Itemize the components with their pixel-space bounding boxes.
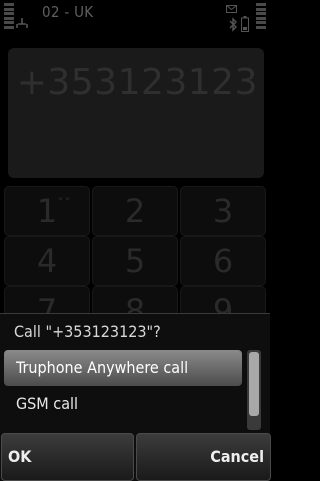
key-digit: 3 (212, 192, 234, 230)
key-3[interactable]: 3 (180, 186, 266, 236)
key-digit: 2 (124, 192, 146, 230)
key-2[interactable]: 2 (92, 186, 178, 236)
bluetooth-icon (229, 17, 237, 32)
option-gsm-call[interactable]: GSM call (4, 386, 242, 422)
cancel-button[interactable]: Cancel (136, 433, 271, 481)
battery-icon (241, 16, 249, 32)
key-digit: 5 (124, 242, 146, 280)
network-icon (16, 18, 28, 28)
list-scrollbar[interactable] (247, 350, 261, 430)
ok-button[interactable]: OK (1, 433, 134, 481)
dialed-number: +353123123 (16, 62, 258, 103)
option-truphone-call[interactable]: Truphone Anywhere call (4, 350, 242, 386)
key-4[interactable]: 4 (4, 236, 90, 286)
cancel-label: Cancel (210, 447, 264, 466)
key-6[interactable]: 6 (180, 236, 266, 286)
envelope-icon (226, 5, 237, 13)
option-label: GSM call (16, 394, 79, 413)
ok-label: OK (8, 447, 32, 466)
call-type-list: Truphone Anywhere call GSM call (4, 348, 244, 428)
scrollbar-thumb[interactable] (249, 352, 259, 416)
operator-name: 02 - UK (42, 3, 94, 21)
status-bar: 02 - UK (0, 0, 270, 38)
battery-level-icon (256, 3, 266, 29)
option-label: Truphone Anywhere call (16, 358, 189, 377)
dialog-title: Call "+353123123"? (14, 322, 161, 341)
key-digit: 6 (212, 242, 234, 280)
key-digit: 1 (36, 192, 58, 230)
key-5[interactable]: 5 (92, 236, 178, 286)
signal-strength-icon (4, 3, 14, 29)
key-1[interactable]: 1 ˇˇ (4, 186, 90, 236)
voicemail-mark: ˇˇ (57, 197, 71, 213)
key-digit: 4 (36, 242, 58, 280)
